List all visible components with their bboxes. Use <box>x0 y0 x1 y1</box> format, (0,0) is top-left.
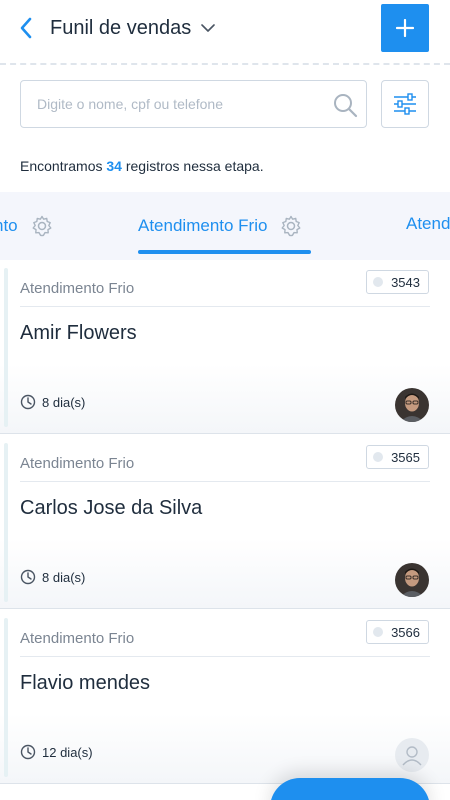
card-divider <box>20 306 430 307</box>
gear-icon[interactable] <box>30 214 54 238</box>
card-code: 3566 <box>391 624 420 640</box>
tab-label: Atendimento Frio <box>138 216 268 235</box>
summary-prefix: Encontramos <box>20 158 103 174</box>
add-button[interactable] <box>381 4 429 52</box>
avatar[interactable] <box>395 388 429 422</box>
chevron-left-icon <box>20 17 32 39</box>
card-divider <box>20 481 430 482</box>
clock-icon <box>20 394 36 410</box>
card-accent-bar <box>4 443 8 602</box>
card-stage: Atendimento Frio <box>20 280 135 297</box>
stage-tabs: nto Atendimento Frio Atend <box>0 192 450 260</box>
lead-card[interactable]: Atendimento Frio 3565 Carlos Jose da Sil… <box>0 435 450 609</box>
funnel-selector[interactable]: Funil de vendas <box>50 14 216 42</box>
avatar[interactable] <box>395 738 429 772</box>
time-label: 8 dia(s) <box>42 569 86 585</box>
lead-card[interactable]: Atendimento Frio 3543 Amir Flowers 8 dia… <box>0 260 450 434</box>
clock-icon <box>20 569 36 585</box>
back-button[interactable] <box>14 14 38 42</box>
placeholder-user-icon <box>395 738 429 772</box>
tab-previous-stage[interactable]: nto <box>0 214 54 238</box>
page-title: Funil de vendas <box>50 16 192 39</box>
code-badge: 3565 <box>366 445 429 469</box>
tab-label: Atend <box>406 214 450 233</box>
tab-label: nto <box>0 216 18 235</box>
time-label: 8 dia(s) <box>42 394 86 410</box>
lead-card[interactable]: Atendimento Frio 3566 Flavio mendes 12 d… <box>0 610 450 784</box>
card-stage: Atendimento Frio <box>20 455 135 472</box>
results-summary: Encontramos 34 registros nessa etapa. <box>20 158 264 174</box>
sliders-icon <box>394 93 416 115</box>
status-dot <box>373 277 384 287</box>
lead-name: Flavio mendes <box>20 672 151 694</box>
card-divider <box>20 656 430 657</box>
gear-icon[interactable] <box>279 214 303 238</box>
card-accent-bar <box>4 618 8 777</box>
card-stage: Atendimento Frio <box>20 630 135 647</box>
user-photo-avatar <box>395 563 429 597</box>
results-count: 34 <box>106 158 122 174</box>
chevron-down-icon <box>201 24 216 32</box>
status-dot <box>373 627 384 637</box>
search-field[interactable] <box>20 80 367 128</box>
elapsed-time: 8 dia(s) <box>20 394 85 410</box>
code-badge: 3566 <box>366 620 429 644</box>
time-label: 12 dia(s) <box>42 744 93 760</box>
header-divider <box>0 63 450 65</box>
user-photo-avatar <box>395 388 429 422</box>
summary-suffix: registros nessa etapa. <box>125 158 264 174</box>
avatar[interactable] <box>395 563 429 597</box>
card-accent-bar <box>4 268 8 427</box>
lead-name: Amir Flowers <box>20 322 137 344</box>
elapsed-time: 12 dia(s) <box>20 744 93 760</box>
code-badge: 3543 <box>366 270 429 294</box>
elapsed-time: 8 dia(s) <box>20 569 85 585</box>
search-input[interactable] <box>37 96 317 112</box>
card-code: 3543 <box>391 274 420 290</box>
card-code: 3565 <box>391 449 420 465</box>
app-header: Funil de vendas <box>0 0 450 62</box>
tab-next-stage[interactable]: Atend <box>406 214 450 234</box>
floating-action-button[interactable] <box>270 778 430 800</box>
lead-name: Carlos Jose da Silva <box>20 497 203 519</box>
filter-button[interactable] <box>381 80 429 128</box>
status-dot <box>373 452 384 462</box>
search-icon[interactable] <box>332 92 358 118</box>
clock-icon <box>20 744 36 760</box>
active-tab-indicator <box>138 250 311 254</box>
plus-icon <box>396 19 414 37</box>
tab-atendimento-frio[interactable]: Atendimento Frio <box>138 214 303 238</box>
